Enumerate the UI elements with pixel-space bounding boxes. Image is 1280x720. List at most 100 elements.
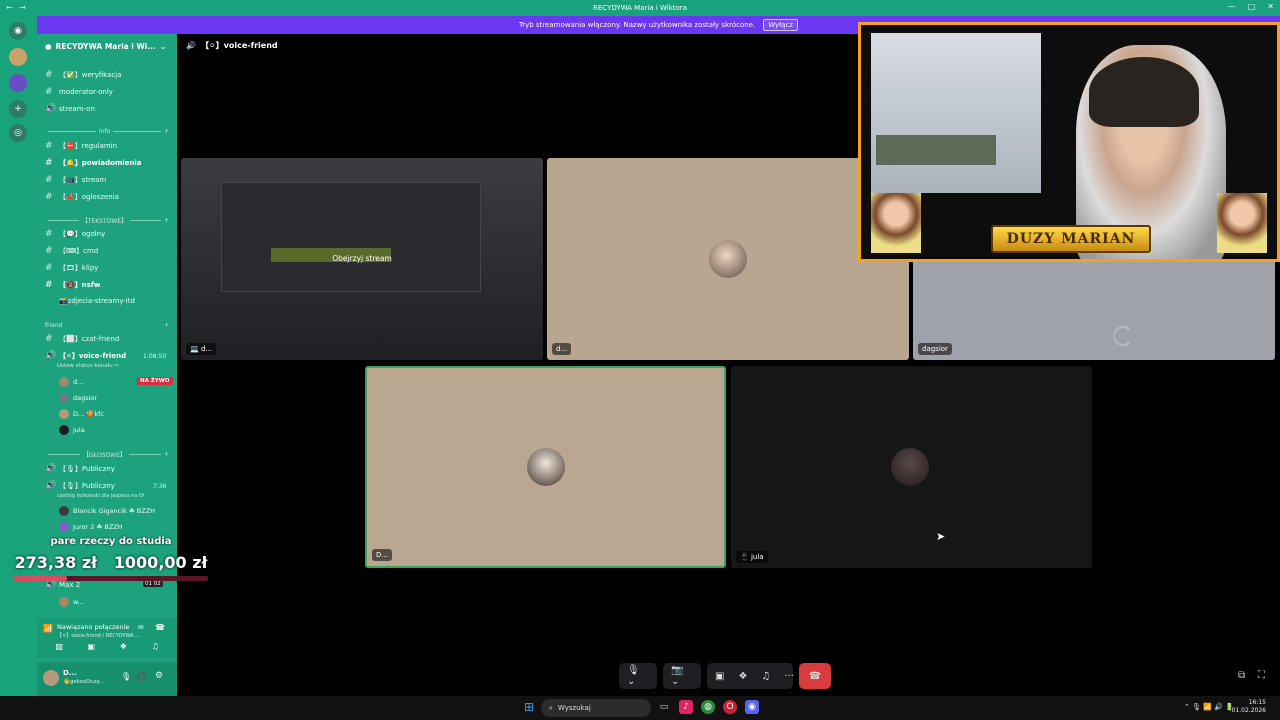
channel-max2[interactable]: 🔊 Max 2 [45,580,80,590]
webcam-mini-right [1217,193,1267,253]
screen-share-icon[interactable]: ▣ [88,642,96,651]
voice-user[interactable]: Juror 2 ☘ BZZH [59,522,123,532]
channel-label: 【🎙】Publiczny [59,482,115,490]
disconnect-icon[interactable]: ☎ [155,623,165,632]
channel-weryfikacja[interactable]: # 【✅】weryfikacja [45,70,121,80]
add-channel-icon[interactable]: + [164,217,169,224]
soundboard-icon[interactable]: ♫ [151,642,158,651]
fullscreen-icon[interactable]: ⛶ [1258,670,1265,681]
voice-user[interactable]: Blancik Gigancik ☘ BZZH [59,506,155,516]
connection-status: Nawiązano połączenie [57,623,130,631]
avatar [59,506,69,516]
gear-icon[interactable]: ⚙ [155,671,163,681]
activities-button[interactable]: ❖ [738,671,747,682]
call-header: 🔊 【⚪】voice-friend [186,40,278,51]
participant-tile-speaking[interactable]: D... [365,366,726,568]
more-button[interactable]: ··· [784,671,794,682]
tile-label: 📱 jula [736,551,768,563]
chrome-icon[interactable]: ◍ [701,700,715,714]
mic-toggle-button[interactable]: 🎙 ⌄ [619,663,657,689]
channel-klipy[interactable]: # 【🎞】klipy [45,263,98,273]
channel-powiadomienia[interactable]: # 【🔔】powiadomienia [45,158,142,168]
webcam-shelf [876,135,996,165]
category-tekstowe[interactable]: 【TEKSTOWE】 + [45,216,169,225]
category-glosowe[interactable]: 【GŁOSOWE】 + [45,450,169,459]
maximize-button[interactable]: □ [1248,2,1256,11]
avatar [709,240,747,278]
add-channel-icon[interactable]: + [164,322,169,329]
add-server-icon[interactable]: + [9,100,27,118]
channel-publiczny-2[interactable]: 🔊 【🎙】Publiczny [45,481,115,491]
server-header[interactable]: ● RECYDYWA Maria i Wi... ⌄ [37,34,177,58]
hangup-button[interactable]: ☎ [799,663,831,689]
tray-icons[interactable]: ⌃ 🎙 📶 🔊 🔋 [1184,703,1234,711]
channel-publiczny[interactable]: 🔊 【🎙】Publiczny [45,464,115,474]
webcam-window-bg [871,33,1041,193]
call-channel-name: 【⚪】voice-friend [200,41,278,50]
screen-share-button[interactable]: ▣ [715,671,724,682]
connection-channel[interactable]: 【⚪】voice-friend / RECYDYWA ... [57,632,140,639]
channel-stream-on[interactable]: 🔊 stream-on [45,104,95,114]
participant-tile[interactable]: d... [547,158,909,360]
channel-czat-friend[interactable]: # 【⬜】czat-friend [45,334,119,344]
voice-user[interactable]: dagsior [59,393,97,403]
noise-suppression-icon[interactable]: ♒ [137,623,144,632]
voice-user[interactable]: D... 🍪kfc [59,409,104,419]
close-button[interactable]: ✕ [1267,2,1274,11]
server-icon-2[interactable] [9,74,27,92]
voice-timer: 1:08:50 [143,353,167,360]
channel-stream[interactable]: # 【📺】stream [45,175,106,185]
opera-icon[interactable]: O [723,700,737,714]
add-channel-icon[interactable]: + [164,451,169,458]
channel-voice-friend[interactable]: 🔊 【⚪】voice-friend [45,351,126,361]
add-channel-icon[interactable]: + [164,128,169,135]
participant-tile[interactable]: 📱 jula [731,366,1092,568]
voice-user[interactable]: jula [59,425,85,435]
tiktok-icon[interactable]: ♪ [679,700,693,714]
mic-icon[interactable]: 🎙 [121,672,131,681]
category-friend[interactable]: friend + [45,322,169,329]
signal-icon[interactable]: 📶 [43,624,53,633]
channel-ogloszenia[interactable]: # 【📣】ogloszenia [45,192,119,202]
voice-status-set[interactable]: Ustaw status kanału ✏ [57,363,119,369]
windows-start-icon[interactable]: ⊞ [522,700,536,714]
channel-zdjecia[interactable]: 📸zdjecia-streamy-itd [45,297,135,305]
voice-user[interactable]: d... [59,377,83,387]
avatar[interactable] [43,670,59,686]
channel-nsfw[interactable]: # 【🔞】nsfw [45,280,100,290]
popout-icon[interactable]: ⧉ [1238,670,1245,681]
disable-streamer-mode-button[interactable]: Wyłącz [763,19,798,31]
channel-label: 【🔞】nsfw [59,281,101,289]
channel-cmd[interactable]: # 【⌨】cmd [45,246,98,256]
taskbar-clock[interactable]: 16:15 01.02.2026 [1232,699,1266,715]
discord-icon[interactable]: ◉ [745,700,759,714]
call-actions-group: ▣ ❖ ♫ ··· [707,663,794,689]
category-label: info [98,128,111,135]
voice-user[interactable]: w... [59,597,84,607]
stream-tile[interactable]: Obejrzyj stream 💻 d... [181,158,543,360]
speaker-icon: 🔊 [45,351,57,361]
user-panel: D... 👋gekosDuzy... 🎙 🎧 ⚙ [37,662,177,696]
watch-stream-button[interactable]: Obejrzyj stream [181,254,543,263]
channel-ogolny[interactable]: # 【💬】ogolny [45,229,105,239]
channel-regulamin[interactable]: # 【⛔】regulamin [45,141,117,151]
category-info[interactable]: info + [45,128,169,135]
avatar [59,597,69,607]
camera-toggle-button[interactable]: 📷 ⌄ [663,663,701,689]
headphones-icon[interactable]: 🎧 [137,672,147,681]
window-title: RECYDYWA Maria i Wiktora [593,4,687,12]
webcam-hair [1089,57,1199,127]
activities-icon[interactable]: ❖ [120,642,127,651]
webcam-name-plate: DUZY MARIAN [991,225,1151,253]
camera-icon[interactable]: ▨ [55,642,63,651]
channel-label: 【⚪】voice-friend [59,352,127,360]
minimize-button[interactable]: — [1228,2,1236,11]
task-view-icon[interactable]: ▭ [657,700,671,714]
taskbar-search[interactable]: ⌕ Wyszukaj [541,699,651,717]
discord-home-icon[interactable]: ◉ [9,22,27,40]
discover-icon[interactable]: ◎ [9,124,27,142]
server-icon[interactable] [9,48,27,66]
soundboard-button[interactable]: ♫ [761,671,770,682]
channel-sidebar: ● RECYDYWA Maria i Wi... ⌄ # 【✅】weryfikac… [37,34,177,696]
channel-moderator-only[interactable]: # moderator-only [45,87,113,97]
